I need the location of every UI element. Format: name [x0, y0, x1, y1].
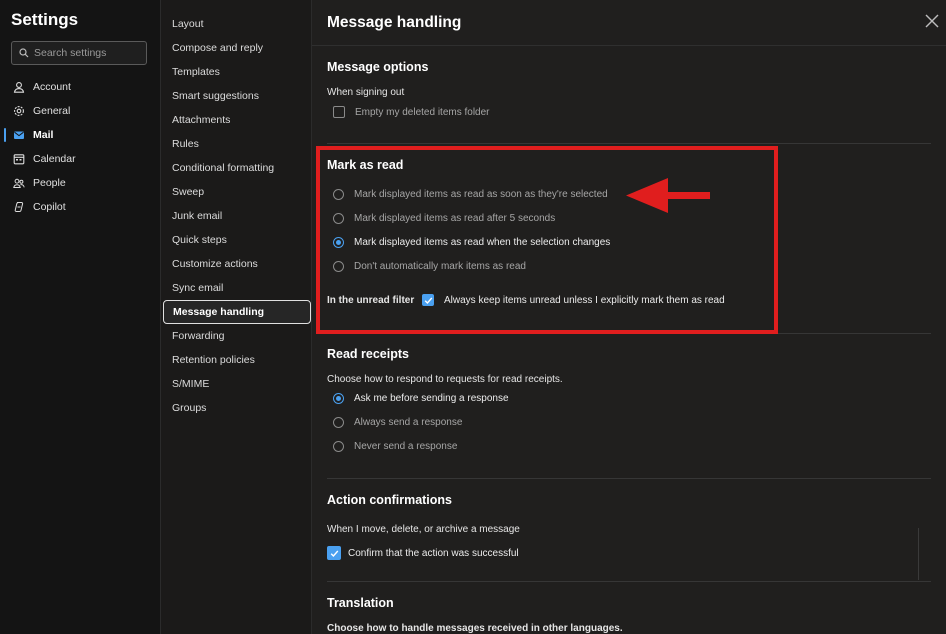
translation-description: Choose how to handle messages received i…: [327, 623, 623, 634]
nav-item-label: Mail: [33, 129, 54, 141]
action-confirmations-heading: Action confirmations: [327, 493, 453, 507]
receipt-radio-ask[interactable]: [333, 393, 344, 404]
confirm-action-label: Confirm that the action was successful: [348, 547, 519, 559]
red-arrow-icon: [626, 178, 710, 213]
mail-icon: [14, 131, 24, 139]
submenu-item-groups[interactable]: Groups: [163, 396, 311, 420]
receipt-radio-always[interactable]: [333, 417, 344, 428]
submenu-item-customize-actions[interactable]: Customize actions: [163, 252, 311, 276]
settings-title: Settings: [11, 10, 79, 29]
nav-item-general[interactable]: General: [0, 99, 160, 123]
confirm-action-option[interactable]: Confirm that the action was successful: [327, 546, 519, 560]
submenu-item-compose-and-reply[interactable]: Compose and reply: [163, 36, 311, 60]
search-icon: [19, 48, 29, 58]
message-handling-panel: Message handling Message options When si…: [312, 0, 946, 634]
action-confirmations-description: When I move, delete, or archive a messag…: [327, 524, 520, 535]
nav-item-people[interactable]: People: [0, 171, 160, 195]
search-box[interactable]: [11, 41, 147, 65]
nav-item-label: Copilot: [33, 201, 66, 213]
submenu-item-smime[interactable]: S/MIME: [163, 372, 311, 396]
nav-item-account[interactable]: Account: [0, 75, 160, 99]
empty-deleted-checkbox[interactable]: [333, 106, 345, 118]
submenu-item-rules[interactable]: Rules: [163, 132, 311, 156]
receipt-option-label: Never send a response: [354, 441, 458, 452]
checkmark-icon: [330, 550, 339, 558]
submenu-item-retention-policies[interactable]: Retention policies: [163, 348, 311, 372]
people-icon: [13, 178, 25, 188]
submenu-item-attachments[interactable]: Attachments: [163, 108, 311, 132]
receipt-option-never[interactable]: Never send a response: [333, 441, 457, 452]
when-signing-out-label: When signing out: [327, 87, 405, 98]
mail-settings-submenu: Layout Compose and reply Templates Smart…: [161, 0, 312, 634]
section-divider: [327, 581, 931, 582]
receipt-option-label: Always send a response: [354, 417, 463, 428]
settings-sidebar: Settings Account General Mail Calendar P…: [0, 0, 161, 634]
message-options-heading: Message options: [327, 60, 429, 74]
nav-item-label: Calendar: [33, 153, 76, 165]
scrollbar-track[interactable]: [918, 528, 940, 580]
person-icon: [13, 82, 25, 93]
page-title: Message handling: [327, 14, 462, 31]
translation-heading: Translation: [327, 596, 394, 610]
submenu-item-message-handling[interactable]: Message handling: [163, 300, 311, 324]
nav-item-calendar[interactable]: Calendar: [0, 147, 160, 171]
header-divider: [312, 45, 946, 46]
receipt-option-always[interactable]: Always send a response: [333, 417, 462, 428]
search-input[interactable]: [34, 47, 134, 59]
nav-item-label: Account: [33, 81, 71, 93]
red-highlight-box: [316, 146, 778, 334]
nav-item-mail[interactable]: Mail: [0, 123, 160, 147]
close-icon[interactable]: [924, 13, 940, 29]
copilot-icon: [14, 202, 24, 212]
empty-deleted-label: Empty my deleted items folder: [355, 106, 490, 118]
empty-deleted-option[interactable]: Empty my deleted items folder: [333, 106, 490, 118]
section-divider: [327, 143, 931, 144]
submenu-item-smart-suggestions[interactable]: Smart suggestions: [163, 84, 311, 108]
nav-item-copilot[interactable]: Copilot: [0, 195, 160, 219]
nav-item-label: People: [33, 177, 66, 189]
receipt-option-ask[interactable]: Ask me before sending a response: [333, 393, 509, 404]
submenu-item-conditional-formatting[interactable]: Conditional formatting: [163, 156, 311, 180]
submenu-item-templates[interactable]: Templates: [163, 60, 311, 84]
submenu-item-sync-email[interactable]: Sync email: [163, 276, 311, 300]
confirm-action-checkbox[interactable]: [327, 546, 341, 560]
gear-icon: [14, 106, 24, 116]
read-receipts-heading: Read receipts: [327, 347, 409, 361]
submenu-item-junk-email[interactable]: Junk email: [163, 204, 311, 228]
submenu-item-sweep[interactable]: Sweep: [163, 180, 311, 204]
submenu-item-forwarding[interactable]: Forwarding: [163, 324, 311, 348]
receipt-option-label: Ask me before sending a response: [354, 393, 509, 404]
calendar-icon: [13, 154, 25, 165]
section-divider: [327, 478, 931, 479]
nav-item-label: General: [33, 105, 71, 117]
receipt-radio-never[interactable]: [333, 441, 344, 452]
settings-nav: Account General Mail Calendar People Cop…: [0, 75, 160, 219]
submenu-item-layout[interactable]: Layout: [163, 12, 311, 36]
read-receipts-description: Choose how to respond to requests for re…: [327, 374, 563, 385]
submenu-item-quick-steps[interactable]: Quick steps: [163, 228, 311, 252]
